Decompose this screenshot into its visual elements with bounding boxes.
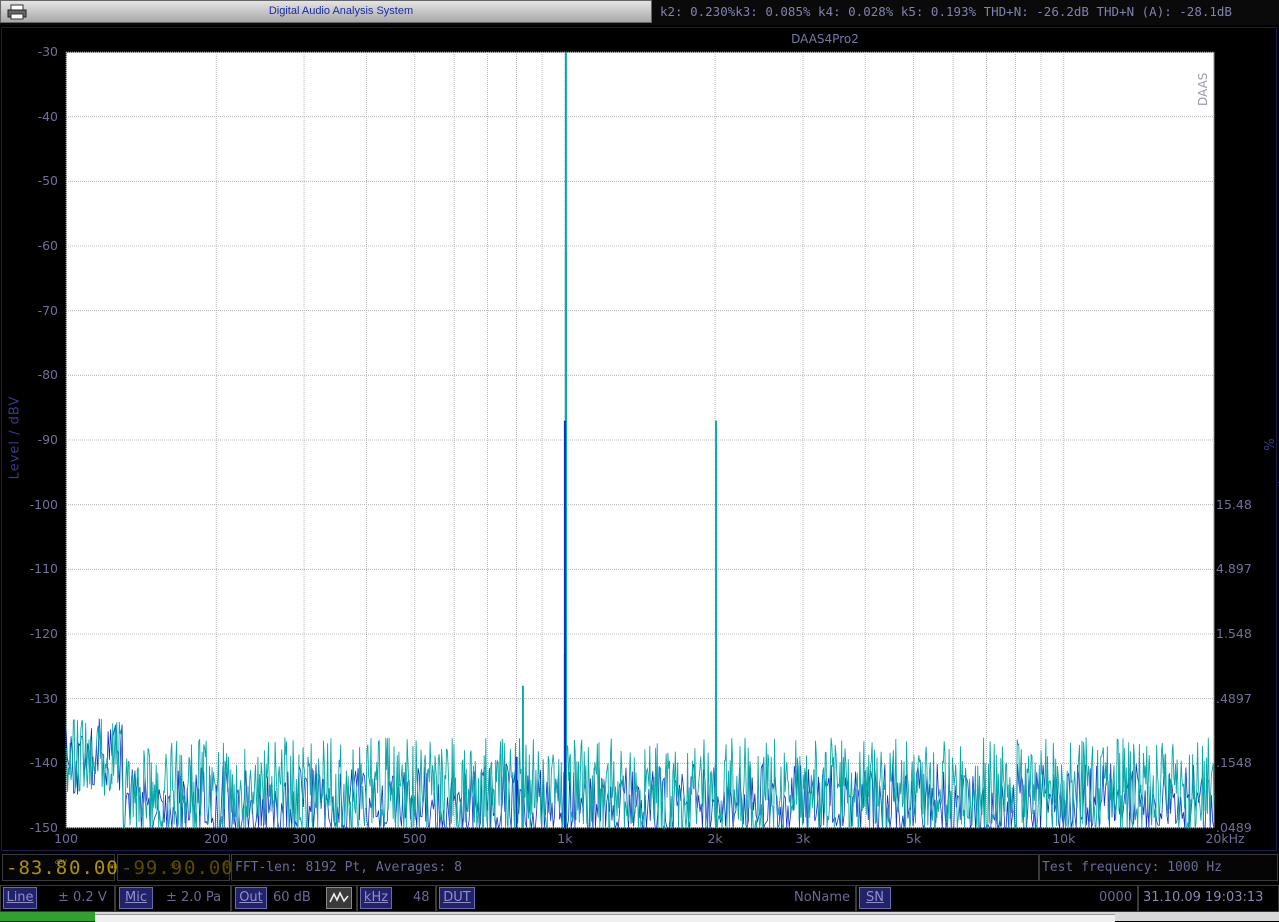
x-tick-label: 5k (906, 831, 922, 846)
x-tick-label: 200 (204, 831, 229, 846)
distortion-readout: k2: 0.230%k3: 0.085% k4: 0.028% k5: 0.19… (660, 4, 1232, 19)
x-tick-label: 10k (1052, 831, 1076, 846)
plot-frame (1, 27, 1277, 851)
y-tick-label: -120 (29, 626, 58, 641)
y-tick-label: -110 (29, 561, 58, 577)
right-tick-label: 15.48 (1216, 496, 1252, 512)
level-lcd: -83.8 dBV 0.00 rms (2, 854, 118, 881)
x-tick-label: 100 (54, 831, 78, 846)
y-axis-label: Level / dBV (7, 395, 23, 480)
x-tick-label: 3k (795, 831, 811, 846)
datetime: 31.10.09 19:03:13 (1143, 890, 1264, 905)
sn-button[interactable]: SN (859, 887, 891, 909)
y-tick-label: -80 (37, 367, 58, 383)
mic-range: ± 2.0 Pa (166, 890, 222, 905)
fft-info: FFT-len: 8192 Pt, Averages: 8 (235, 860, 462, 875)
khz-button[interactable]: kHz (360, 887, 392, 909)
right-tick-label: .1548 (1216, 755, 1252, 771)
out-button[interactable]: Out (235, 887, 267, 909)
printer-icon[interactable] (7, 4, 27, 20)
taskbar-start[interactable] (0, 912, 95, 921)
y-tick-label: -130 (29, 690, 58, 706)
y-tick-label: -70 (37, 302, 58, 318)
x-tick-label: 500 (402, 831, 427, 846)
x-tick-label: 300 (292, 831, 316, 846)
y-tick-label: -30 (37, 44, 58, 59)
y-tick-label: -140 (29, 755, 58, 771)
test-frequency: Test frequency: 1000 Hz (1042, 860, 1223, 875)
mic-button[interactable]: Mic (119, 887, 153, 909)
right-tick-label: 4.897 (1216, 561, 1252, 577)
khz-value: 48 (413, 890, 430, 905)
level-lcd-unit: dBV (55, 859, 67, 866)
app-title-bar: Digital Audio Analysis System (0, 0, 652, 23)
taskbar-strip (0, 912, 1279, 922)
dut-group (436, 885, 856, 912)
sn-group (856, 885, 1138, 912)
line-button[interactable]: Line (3, 887, 37, 909)
title-bar: Digital Audio Analysis System k2: 0.230%… (0, 0, 1279, 25)
y-tick-label: -50 (37, 173, 58, 189)
plot-title: DAAS4Pro2 (791, 32, 859, 46)
spl-lcd: -99.9 SPL 0.00 peak (117, 854, 237, 881)
y-tick-label: -100 (29, 496, 58, 512)
x-tick-label: 1k (557, 831, 573, 846)
line-range: ± 0.2 V (58, 890, 107, 905)
dut-name: NoName (794, 890, 851, 905)
y-tick-label: -60 (37, 238, 58, 253)
serial-number: 0000 (1099, 890, 1133, 905)
out-value: 60 dB (273, 890, 311, 905)
y-tick-label: -40 (37, 108, 58, 124)
app-title: Digital Audio Analysis System (268, 5, 414, 17)
x-tick-label: 20kHz (1205, 831, 1245, 846)
spl-lcd-unit: SPL (170, 863, 181, 870)
right-tick-label: 1.548 (1216, 626, 1252, 641)
dut-button[interactable]: DUT (439, 887, 475, 909)
waveform-icon[interactable] (326, 887, 352, 909)
right-axis-label: Distortion / % (1260, 402, 1279, 487)
daas-watermark: DAAS (1196, 72, 1210, 106)
x-tick-label: 2k (707, 831, 723, 846)
right-tick-label: .4897 (1216, 690, 1252, 706)
